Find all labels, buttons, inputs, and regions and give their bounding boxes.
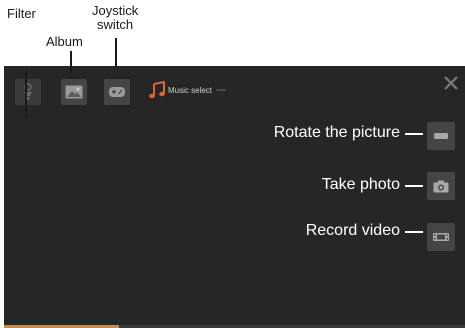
album-button[interactable] — [61, 79, 87, 105]
rotate-pointer-line — [405, 133, 423, 135]
callout-album: Album — [46, 34, 83, 49]
video-icon — [433, 233, 449, 241]
album-pointer-line — [70, 51, 72, 73]
music-select-indicator — [216, 89, 227, 91]
close-icon — [444, 76, 458, 90]
take-photo-label: Take photo — [321, 176, 400, 193]
music-select[interactable]: Music select — [149, 81, 227, 99]
joystick-pointer-line — [115, 38, 117, 68]
callout-joystick: Joystick switch — [92, 4, 138, 32]
take-photo-pointer-line — [405, 185, 423, 187]
callout-filter: Filter — [7, 6, 36, 21]
take-photo-button[interactable] — [427, 172, 455, 200]
rotate-icon — [434, 133, 448, 139]
music-note-icon — [149, 81, 165, 99]
callout-joystick-line2: switch — [97, 17, 134, 32]
record-video-pointer-line — [405, 231, 423, 233]
joystick-switch-button[interactable] — [104, 79, 130, 105]
camera-icon — [433, 180, 449, 192]
close-button[interactable] — [443, 75, 459, 91]
filter-button[interactable] — [15, 79, 41, 105]
rotate-label: Rotate the picture — [273, 124, 400, 141]
camera-screen: Music select Rotate the picture Take pho… — [4, 66, 465, 328]
filter-pointer-line — [25, 70, 27, 118]
rotate-picture-button[interactable] — [427, 122, 455, 150]
callout-joystick-line1: Joystick — [92, 3, 139, 18]
filter-icon — [24, 83, 32, 100]
music-select-label: Music select — [168, 85, 213, 95]
record-video-button[interactable] — [427, 223, 455, 251]
record-video-label: Record video — [305, 222, 400, 239]
album-icon — [65, 85, 83, 99]
joystick-icon — [109, 87, 125, 97]
